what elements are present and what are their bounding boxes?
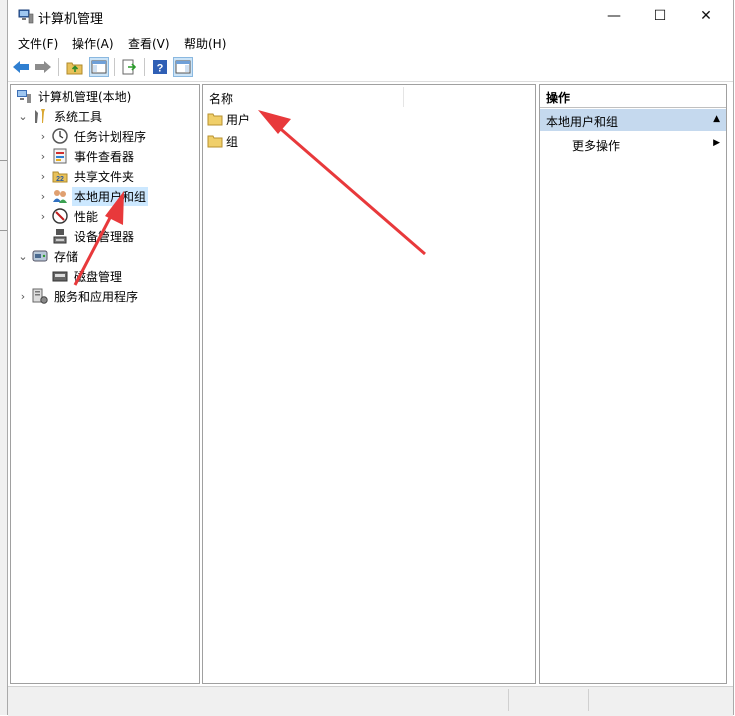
action-section-local-users-groups[interactable]: 本地用户和组 ▲ <box>540 109 726 131</box>
device-manager-icon <box>52 228 68 244</box>
tree-item-performance[interactable]: › 性能 <box>37 206 100 226</box>
title-bar[interactable]: 计算机管理 — ☐ ✕ <box>8 0 733 31</box>
svg-text:?: ? <box>157 63 164 75</box>
chevron-right-icon[interactable]: › <box>37 190 49 203</box>
up-one-level-button[interactable] <box>65 57 85 77</box>
chevron-right-icon[interactable]: › <box>37 150 49 163</box>
action-pane-header: 操作 <box>540 85 726 108</box>
collapse-triangle-icon[interactable]: ▲ <box>713 114 720 124</box>
menu-action[interactable]: 操作(A) <box>72 35 114 52</box>
tree-item-computer-management[interactable]: 计算机管理(本地) <box>13 86 133 106</box>
tree-item-disk-management[interactable]: 磁盘管理 <box>37 266 124 286</box>
back-arrow-icon <box>13 61 29 73</box>
svg-text:22: 22 <box>56 176 64 183</box>
action-pane: 操作 本地用户和组 ▲ 更多操作 ▶ <box>539 84 727 684</box>
maximize-button[interactable]: ☐ <box>637 0 683 31</box>
chevron-right-icon[interactable]: › <box>37 210 49 223</box>
tree-item-services-and-applications[interactable]: › 服务和应用程序 <box>17 286 140 306</box>
tools-icon <box>32 108 48 124</box>
window-title: 计算机管理 <box>38 12 104 27</box>
help-icon: ? <box>153 60 167 75</box>
chevron-right-icon[interactable]: › <box>37 130 49 143</box>
show-hide-console-tree-button[interactable] <box>89 57 109 77</box>
tree-item-local-users-and-groups[interactable]: › 本地用户和组 <box>37 186 149 206</box>
export-list-button[interactable] <box>119 57 139 77</box>
column-name-header[interactable]: 名称 <box>209 90 233 107</box>
shared-folder-icon: 22 <box>52 168 68 184</box>
back-button[interactable] <box>11 57 31 77</box>
console-tree: 计算机管理(本地) ⌄ 系统工具 › 任务计划程序 › 事件查看器 › 22 共… <box>10 84 200 684</box>
tree-item-system-tools[interactable]: ⌄ 系统工具 <box>17 106 104 126</box>
chevron-right-icon[interactable]: › <box>17 290 29 303</box>
chevron-down-icon[interactable]: ⌄ <box>17 250 29 263</box>
menu-file[interactable]: 文件(F) <box>18 35 58 52</box>
action-pane-icon <box>175 60 191 74</box>
tree-item-event-viewer[interactable]: › 事件查看器 <box>37 146 136 166</box>
more-actions-item[interactable]: 更多操作 <box>572 137 620 154</box>
close-button[interactable]: ✕ <box>683 0 729 31</box>
maximize-icon: ☐ <box>653 7 667 24</box>
menu-bar: 文件(F) 操作(A) 查看(V) 帮助(H) <box>8 31 733 53</box>
tree-item-storage[interactable]: ⌄ 存储 <box>17 246 80 266</box>
chevron-down-icon[interactable]: ⌄ <box>17 110 29 123</box>
clock-icon <box>52 128 68 144</box>
computer-management-icon <box>18 8 34 24</box>
toolbar: ? <box>8 53 733 82</box>
forward-arrow-icon <box>35 61 51 73</box>
folder-up-icon <box>66 62 83 75</box>
folder-icon <box>207 112 223 126</box>
forward-button[interactable] <box>33 57 53 77</box>
event-viewer-icon <box>52 148 68 164</box>
help-button[interactable]: ? <box>150 57 170 77</box>
result-list: 名称 用户 组 <box>202 84 536 684</box>
console-tree-icon <box>91 60 107 74</box>
minimize-button[interactable]: — <box>591 0 637 31</box>
disk-icon <box>52 268 68 284</box>
menu-help[interactable]: 帮助(H) <box>184 35 226 52</box>
list-item-users[interactable]: 用户 <box>207 109 250 129</box>
performance-icon <box>52 208 68 224</box>
submenu-arrow-icon: ▶ <box>713 138 720 148</box>
export-list-icon <box>122 59 137 75</box>
users-icon <box>52 188 68 204</box>
chevron-right-icon[interactable]: › <box>37 170 49 183</box>
tree-item-device-manager[interactable]: 设备管理器 <box>37 226 136 246</box>
list-item-groups[interactable]: 组 <box>207 131 238 151</box>
status-bar <box>8 686 733 716</box>
storage-icon <box>32 248 48 264</box>
show-hide-action-pane-button[interactable] <box>173 57 193 77</box>
minimize-icon: — <box>607 7 621 24</box>
tree-item-task-scheduler[interactable]: › 任务计划程序 <box>37 126 148 146</box>
computer-management-icon <box>16 88 32 104</box>
close-icon: ✕ <box>700 7 712 24</box>
tree-item-shared-folders[interactable]: › 22 共享文件夹 <box>37 166 136 186</box>
menu-view[interactable]: 查看(V) <box>128 35 170 52</box>
list-column-header: 名称 <box>203 85 535 110</box>
computer-management-window: 计算机管理 — ☐ ✕ 文件(F) 操作(A) 查看(V) 帮助(H) ? 计算… <box>7 0 734 716</box>
folder-icon <box>207 134 223 148</box>
services-icon <box>32 288 48 304</box>
